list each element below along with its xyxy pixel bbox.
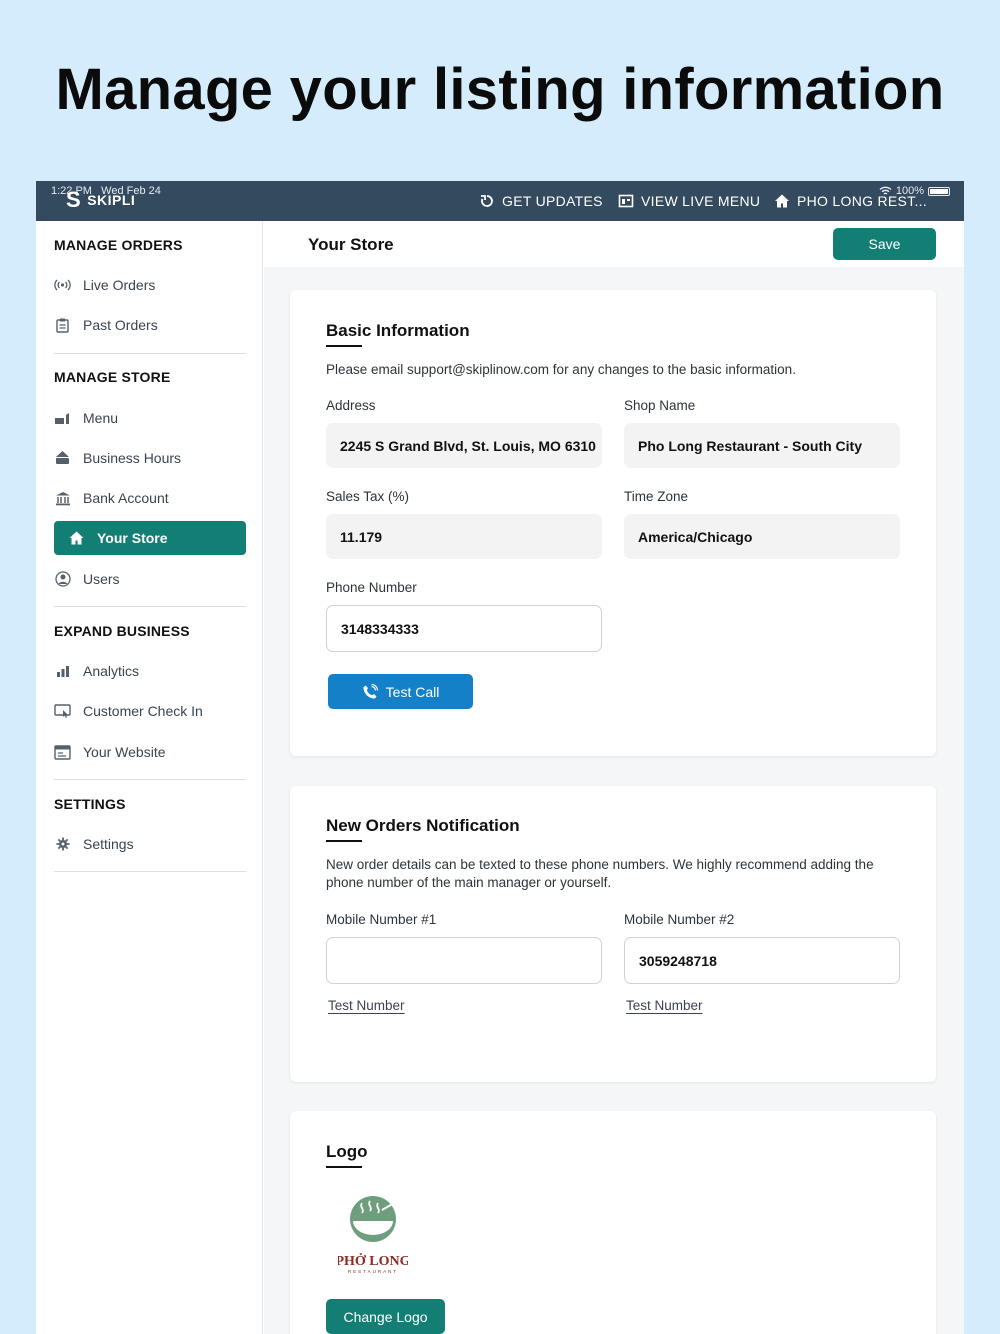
clipboard-icon xyxy=(54,317,71,334)
basic-information-note: Please email support@skiplinow.com for a… xyxy=(326,362,796,377)
section-settings: SETTINGS xyxy=(54,796,126,812)
main-header: Your Store Save xyxy=(264,221,964,267)
refresh-icon xyxy=(481,195,493,207)
wifi-icon xyxy=(879,186,892,195)
title-underline xyxy=(326,1166,362,1168)
svg-text:PHỞ LONG: PHỞ LONG xyxy=(338,1252,408,1269)
test-call-button[interactable]: Test Call xyxy=(328,674,473,709)
sidebar: MANAGE ORDERS Live Orders Past Orders MA… xyxy=(36,221,263,1334)
notification-note: New order details can be texted to these… xyxy=(326,857,874,890)
tablet-touch-icon xyxy=(54,703,71,720)
headline: Manage your listing information xyxy=(55,57,945,122)
gear-icon xyxy=(54,836,71,853)
test-number-2-link[interactable]: Test Number xyxy=(626,998,703,1013)
sidebar-item-your-store[interactable]: Your Store xyxy=(54,521,246,555)
sidebar-item-customer-check-in[interactable]: Customer Check In xyxy=(54,694,246,728)
open-sign-icon xyxy=(54,450,71,467)
sidebar-item-your-website[interactable]: Your Website xyxy=(54,735,246,769)
bar-chart-icon xyxy=(54,663,71,680)
time-zone-label: Time Zone xyxy=(624,489,689,504)
sidebar-item-bank-account[interactable]: Bank Account xyxy=(54,481,246,515)
time-zone-field: America/Chicago xyxy=(624,514,900,559)
mobile-number-2-label: Mobile Number #2 xyxy=(624,912,735,927)
app-window: 1:22 PM Wed Feb 24 S SKIPLI GET UPDATES … xyxy=(36,181,964,1334)
main-content: Your Store Save Basic Information Please… xyxy=(264,221,964,1334)
section-manage-orders: MANAGE ORDERS xyxy=(54,237,183,253)
phone-number-label: Phone Number xyxy=(326,580,417,595)
test-number-1-link[interactable]: Test Number xyxy=(328,998,405,1013)
bank-icon xyxy=(54,490,71,507)
broadcast-icon xyxy=(54,277,71,294)
status-indicators: 100% xyxy=(879,185,950,197)
sidebar-item-menu[interactable]: Menu xyxy=(54,401,246,435)
shop-name-label: Shop Name xyxy=(624,398,696,413)
divider xyxy=(54,353,246,354)
save-button[interactable]: Save xyxy=(833,228,936,260)
notification-title: New Orders Notification xyxy=(326,816,520,835)
view-live-menu-button[interactable]: VIEW LIVE MENU xyxy=(618,193,760,209)
sidebar-item-past-orders[interactable]: Past Orders xyxy=(54,308,246,342)
divider xyxy=(54,606,246,607)
sidebar-item-analytics[interactable]: Analytics xyxy=(54,654,246,688)
sales-tax-label: Sales Tax (%) xyxy=(326,489,410,504)
mobile-number-2-input[interactable]: 3059248718 xyxy=(624,937,900,984)
logo-card: Logo PHỞ LONG RESTAURANT Change Logo xyxy=(290,1111,936,1334)
mobile-number-1-label: Mobile Number #1 xyxy=(326,912,437,927)
section-manage-store: MANAGE STORE xyxy=(54,369,171,385)
home-icon xyxy=(68,530,85,547)
title-underline xyxy=(326,345,362,347)
restaurant-logo: PHỞ LONG RESTAURANT xyxy=(335,1195,411,1275)
menu-board-icon xyxy=(618,194,634,208)
basic-information-title: Basic Information xyxy=(326,321,470,340)
browser-icon xyxy=(54,744,71,761)
address-field: 2245 S Grand Blvd, St. Louis, MO 6310 xyxy=(326,423,602,468)
divider xyxy=(54,779,246,780)
sidebar-item-business-hours[interactable]: Business Hours xyxy=(54,441,246,475)
logo-title: Logo xyxy=(326,1142,368,1161)
skipli-icon: S xyxy=(66,187,82,212)
user-icon xyxy=(54,571,71,588)
pho-bowl-logo: PHỞ LONG RESTAURANT xyxy=(335,1196,411,1274)
phone-icon xyxy=(363,683,378,699)
page-title: Your Store xyxy=(308,235,394,254)
phone-number-input[interactable]: 3148334333 xyxy=(326,605,602,652)
get-updates-button[interactable]: GET UPDATES xyxy=(479,193,603,209)
home-icon xyxy=(775,194,789,208)
battery-icon xyxy=(928,186,950,196)
brand-name: SKIPLI xyxy=(87,192,136,208)
svg-text:RESTAURANT: RESTAURANT xyxy=(348,1269,398,1274)
food-icon xyxy=(54,410,71,427)
address-label: Address xyxy=(326,398,376,413)
sidebar-item-live-orders[interactable]: Live Orders xyxy=(54,268,246,302)
new-orders-notification-card: New Orders Notification New order detail… xyxy=(290,786,936,1082)
sidebar-item-users[interactable]: Users xyxy=(54,562,246,596)
divider xyxy=(54,871,246,872)
mobile-number-1-input[interactable] xyxy=(326,937,602,984)
title-underline xyxy=(326,840,362,842)
basic-information-card: Basic Information Please email support@s… xyxy=(290,290,936,756)
brand-logo[interactable]: S SKIPLI xyxy=(66,187,136,212)
change-logo-button[interactable]: Change Logo xyxy=(326,1299,445,1334)
sales-tax-field: 11.179 xyxy=(326,514,602,559)
shop-name-field: Pho Long Restaurant - South City xyxy=(624,423,900,468)
section-expand-business: EXPAND BUSINESS xyxy=(54,623,190,639)
sidebar-item-settings[interactable]: Settings xyxy=(54,827,246,861)
top-bar: 1:22 PM Wed Feb 24 S SKIPLI GET UPDATES … xyxy=(36,181,964,221)
